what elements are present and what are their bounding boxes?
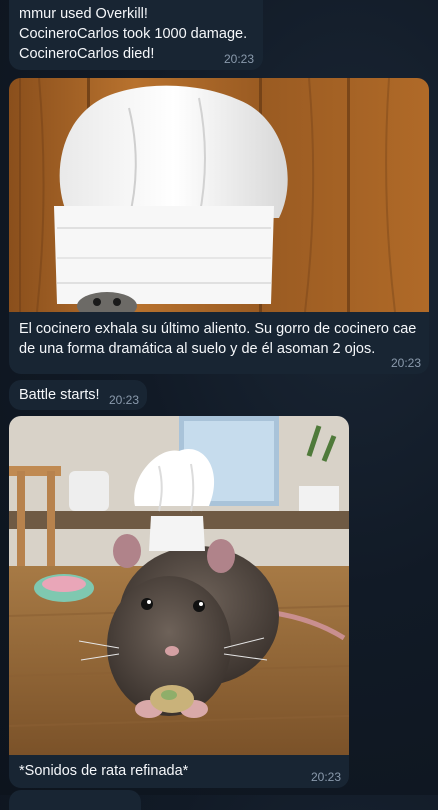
message-text: mmur used Overkill! CocineroCarlos took …: [19, 4, 247, 64]
message-timestamp: 20:23: [108, 393, 139, 407]
message-bubble[interactable]: mmur used Overkill! CocineroCarlos took …: [9, 0, 263, 70]
message-timestamp: 20:23: [223, 52, 254, 66]
message-line: CocineroCarlos died!: [19, 46, 155, 62]
message-bubble[interactable]: Battle starts! 20:23: [9, 380, 147, 410]
rat-photo[interactable]: [9, 416, 349, 755]
message-text: Battle starts!: [19, 387, 100, 403]
message-bubble[interactable]: [9, 790, 141, 810]
photo-message-bubble[interactable]: El cocinero exhala su último aliento. Su…: [9, 78, 429, 374]
message-line: mmur used Overkill!: [19, 6, 148, 22]
chat-history[interactable]: mmur used Overkill! CocineroCarlos took …: [0, 0, 438, 810]
photo-caption: *Sonidos de rata refinada*: [19, 763, 189, 779]
message-timestamp: 20:23: [310, 770, 341, 784]
message-timestamp: 20:23: [390, 356, 421, 370]
photo-caption: El cocinero exhala su último aliento. Su…: [19, 321, 417, 357]
message-line: CocineroCarlos took 1000 damage.: [19, 26, 248, 42]
chef-hat-photo[interactable]: [9, 78, 429, 312]
photo-message-bubble[interactable]: *Sonidos de rata refinada* 20:23: [9, 416, 349, 788]
